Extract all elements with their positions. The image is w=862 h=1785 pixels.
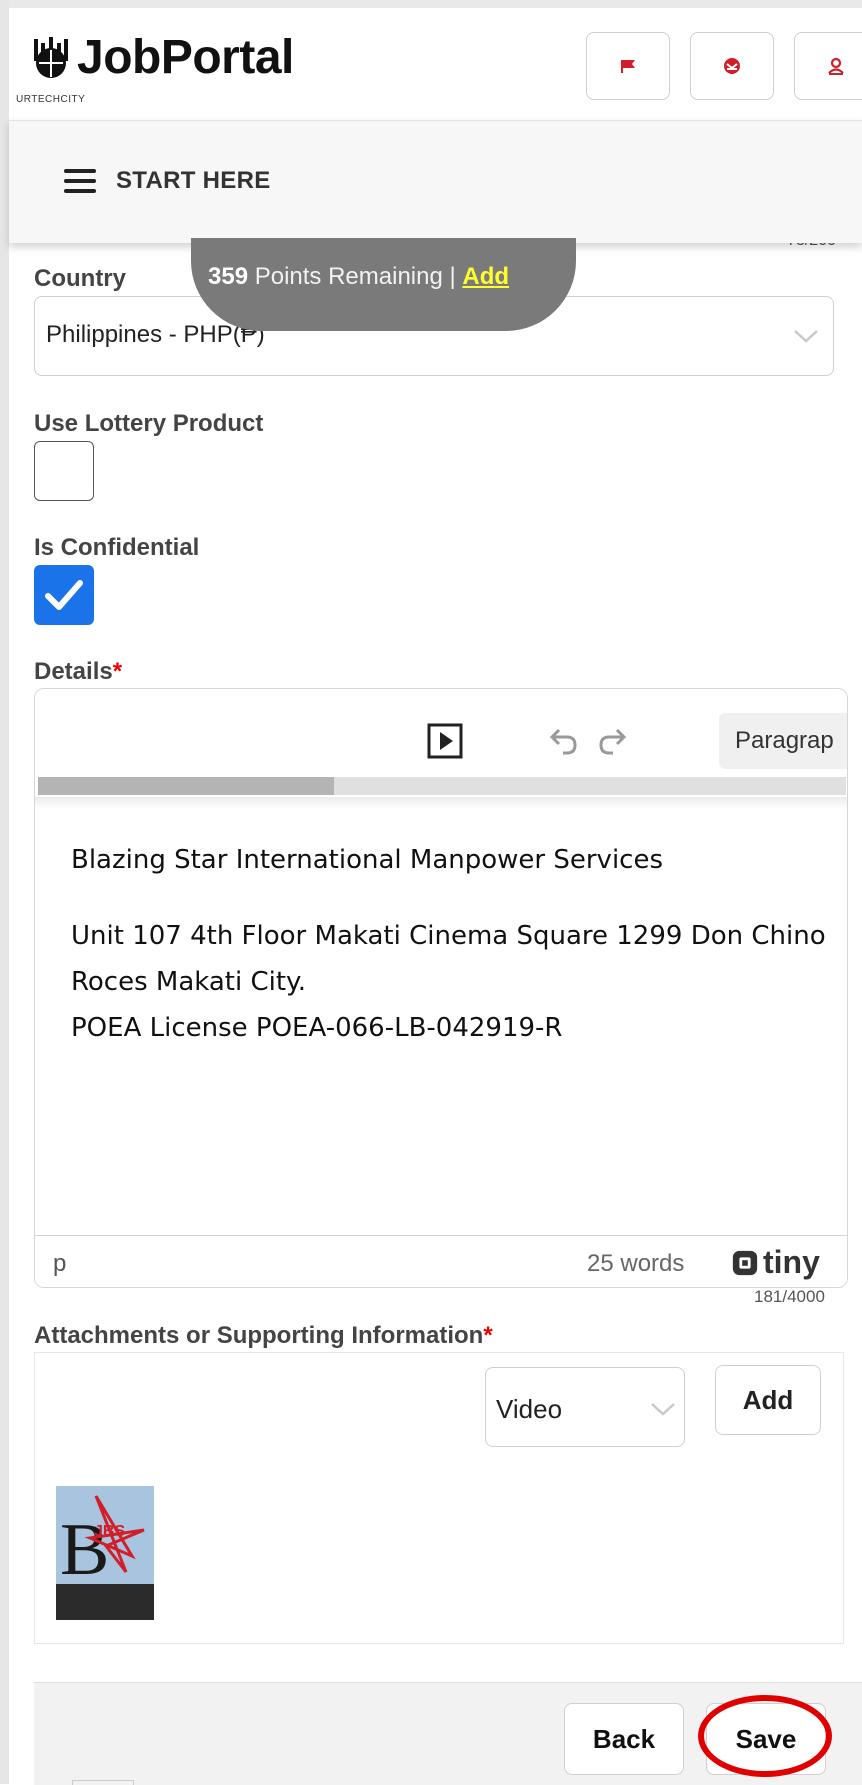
tiny-icon <box>732 1250 758 1275</box>
scrollbar-thumb[interactable] <box>38 777 334 795</box>
content-line: POEA License POEA-066-LB-042919-R <box>71 1013 563 1043</box>
redo-button[interactable] <box>591 719 635 763</box>
svg-text:JBS: JBS <box>94 1523 125 1540</box>
attachment-type-value: Video <box>496 1394 563 1424</box>
save-button[interactable]: Save <box>706 1703 826 1775</box>
nav-menu-label: START HERE <box>116 167 271 194</box>
details-label-text: Details <box>34 658 113 685</box>
editor-toolbar: Paragrap <box>35 689 847 809</box>
mail-button[interactable] <box>690 32 774 100</box>
tiny-logo[interactable]: tiny <box>731 1244 820 1281</box>
flag-button[interactable] <box>586 32 670 100</box>
checkmark-icon <box>45 580 83 610</box>
svg-text:B: B <box>60 1509 109 1591</box>
required-mark: * <box>483 1322 493 1349</box>
logo-subtitle: URTECHCITY <box>16 94 86 105</box>
chevron-down-icon <box>794 330 818 343</box>
toolbar-scrollbar[interactable] <box>38 777 846 795</box>
editor-content[interactable]: Blazing Star International Manpower Serv… <box>71 837 841 1081</box>
attachments-label: Attachments or Supporting Information* <box>34 1322 493 1350</box>
attachments-panel: Video Add B JBS <box>34 1352 844 1644</box>
points-count: 359 <box>208 263 249 290</box>
media-button[interactable] <box>423 719 467 763</box>
form-footer: Back Save <box>34 1682 862 1785</box>
attachment-thumbnail[interactable]: B JBS <box>56 1486 154 1620</box>
tiny-text: tiny <box>763 1244 820 1280</box>
logo[interactable]: JobPortal <box>29 30 294 85</box>
add-attachment-button[interactable]: Add <box>715 1365 821 1435</box>
details-char-counter: 181/4000 <box>754 1287 825 1306</box>
country-label: Country <box>34 265 126 292</box>
required-mark: * <box>112 658 123 685</box>
media-icon <box>427 723 463 759</box>
mail-icon <box>724 58 740 74</box>
word-count[interactable]: 25 words <box>587 1250 684 1278</box>
details-label: Details* <box>34 658 122 686</box>
undo-button[interactable] <box>541 719 585 763</box>
points-text: Points Remaining | <box>254 263 456 290</box>
attachments-label-text: Attachments or Supporting Information <box>34 1322 484 1349</box>
add-points-link[interactable]: Add <box>462 263 509 290</box>
undo-icon <box>549 728 577 755</box>
element-path[interactable]: p <box>53 1250 66 1278</box>
logo-mark-icon <box>34 36 68 78</box>
redo-icon <box>599 728 627 755</box>
points-banner: 359 Points Remaining | Add <box>191 238 576 331</box>
logo-text: JobPortal <box>77 31 294 84</box>
rich-text-editor[interactable]: Paragrap Blazing Star International Manp… <box>34 688 848 1288</box>
chevron-down-icon <box>651 1403 675 1416</box>
hamburger-icon <box>64 169 96 193</box>
confidential-label: Is Confidential <box>34 534 200 561</box>
content-paragraph: Blazing Star International Manpower Serv… <box>71 845 664 875</box>
confidential-checkbox[interactable] <box>34 565 94 625</box>
editor-status-bar: p 25 words tiny <box>35 1235 847 1287</box>
lottery-checkbox[interactable] <box>34 441 94 501</box>
toolbar-divider <box>35 797 847 809</box>
window-top-edge <box>0 0 862 8</box>
country-value: Philippines - PHP(₱) <box>46 321 265 348</box>
attachment-type-select[interactable]: Video <box>485 1367 685 1447</box>
partial-element <box>72 1780 134 1785</box>
flag-icon <box>621 60 635 73</box>
app-header: JobPortal URTECHCITY <box>9 8 862 120</box>
start-here-menu[interactable]: START HERE <box>64 167 271 195</box>
lottery-label: Use Lottery Product <box>34 410 264 437</box>
nav-bar: START HERE <box>9 120 862 243</box>
user-button[interactable] <box>794 32 862 100</box>
content-line: Unit 107 4th Floor Makati Cinema Square … <box>71 921 826 997</box>
content-paragraph: Unit 107 4th Floor Makati Cinema Square … <box>71 913 841 1051</box>
window-left-edge <box>0 0 9 1784</box>
paragraph-format-dropdown[interactable]: Paragrap <box>719 713 847 769</box>
user-icon <box>828 57 844 75</box>
back-button[interactable]: Back <box>564 1703 684 1775</box>
